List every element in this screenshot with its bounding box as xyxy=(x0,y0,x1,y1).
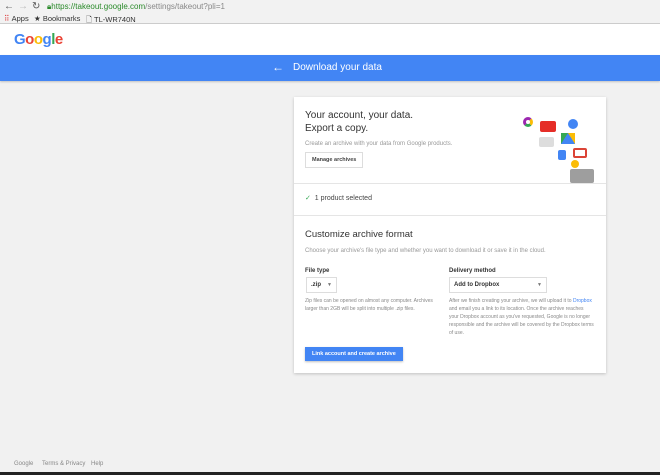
google-logo[interactable]: Google xyxy=(14,31,63,48)
bookmark-bookmarks[interactable]: ★ Bookmarks xyxy=(34,14,80,23)
page-header: Google xyxy=(0,24,660,55)
intro-description: Create an archive with your data from Go… xyxy=(305,141,453,147)
apps-grid-icon: ⠿ xyxy=(4,14,10,23)
drive-icon xyxy=(561,133,575,144)
divider xyxy=(294,215,606,216)
file-type-help: Zip files can be opened on almost any co… xyxy=(305,298,433,312)
profile-card-icon xyxy=(539,137,554,147)
address-bar[interactable]: 🔒︎https://takeout.google.com/settings/ta… xyxy=(47,2,225,12)
chrome-icon xyxy=(571,160,579,168)
youtube-icon xyxy=(540,121,556,132)
title-bar: ← Download your data xyxy=(0,55,660,81)
bookmark-apps[interactable]: ⠿ Apps xyxy=(4,14,29,23)
footer-google-link[interactable]: Google xyxy=(14,461,33,467)
manage-archives-button[interactable]: Manage archives xyxy=(305,152,364,168)
divider xyxy=(294,183,606,184)
photos-icon xyxy=(523,117,533,127)
customize-title: Customize archive format xyxy=(305,229,413,240)
reload-icon[interactable]: ↻ xyxy=(32,1,40,12)
dropdown-arrow-icon: ▼ xyxy=(327,282,332,288)
page-icon: 🗋︎ xyxy=(86,15,93,24)
dropbox-link[interactable]: Dropbox xyxy=(573,298,592,304)
customize-description: Choose your archive's file type and whet… xyxy=(305,248,546,254)
delivery-method-select[interactable]: Add to Dropbox ▼ xyxy=(449,277,547,293)
dropdown-arrow-icon: ▼ xyxy=(537,282,542,288)
link-account-create-archive-button[interactable]: Link account and create archive xyxy=(305,347,403,361)
delivery-method-label: Delivery method xyxy=(449,268,496,274)
page-title: Download your data xyxy=(293,62,382,73)
calendar-icon xyxy=(558,150,566,160)
delivery-help: After we finish creating your archive, w… xyxy=(449,298,594,336)
back-arrow-icon[interactable]: ← xyxy=(272,60,284,74)
star-icon: ★ xyxy=(34,14,41,23)
contacts-icon xyxy=(568,119,578,129)
file-type-select[interactable]: .zip ▼ xyxy=(306,277,337,293)
archive-box-icon xyxy=(570,169,594,183)
back-icon[interactable]: ← xyxy=(4,1,14,12)
takeout-card: Your account, your data. Export a copy. … xyxy=(294,97,606,373)
intro-line2: Export a copy. xyxy=(305,123,369,134)
intro-line1: Your account, your data. xyxy=(305,110,414,121)
checkmark-icon: ✓ xyxy=(305,195,311,202)
browser-toolbar: ← → ↻ 🔒︎https://takeout.google.com/setti… xyxy=(0,0,660,24)
footer-help-link[interactable]: Help xyxy=(91,461,103,467)
footer-terms-link[interactable]: Terms & Privacy xyxy=(42,461,85,467)
products-selected-link[interactable]: ✓ 1 product selected xyxy=(305,194,372,202)
file-type-label: File type xyxy=(305,268,330,274)
gmail-icon xyxy=(573,148,587,158)
forward-icon[interactable]: → xyxy=(18,1,28,12)
